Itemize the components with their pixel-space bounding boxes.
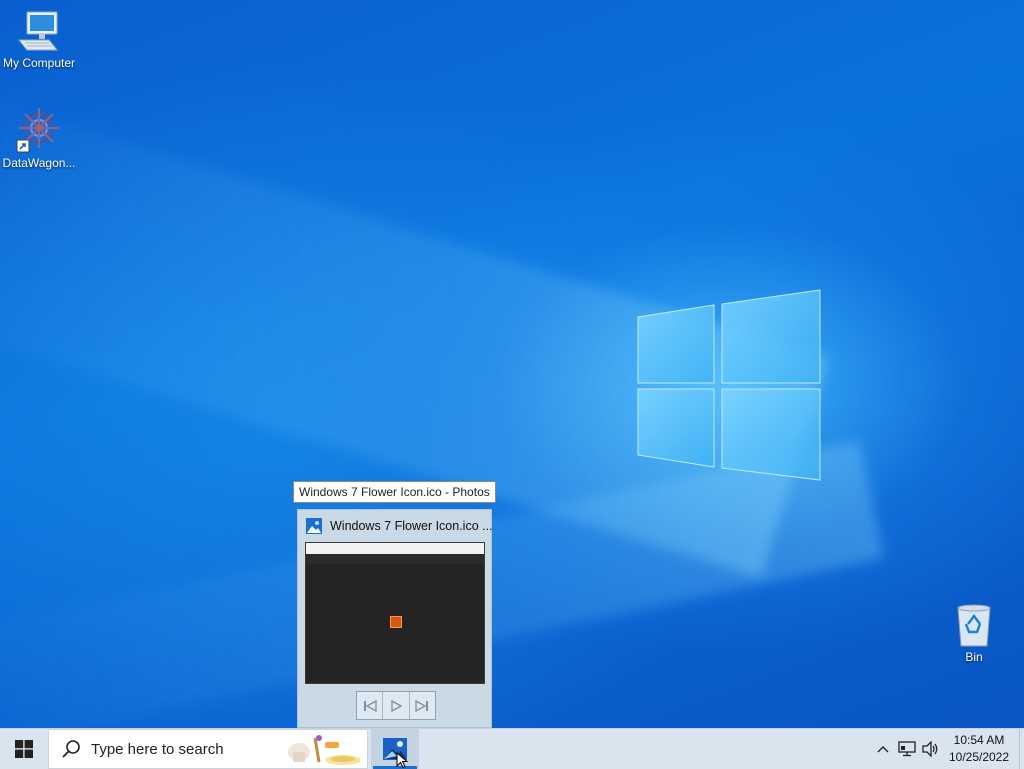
previous-button[interactable]: [357, 692, 384, 719]
taskbar: Type here to search 10:54 AM 10/25/2022: [0, 728, 1024, 769]
system-tray: 10:54 AM 10/25/2022: [871, 729, 1024, 769]
thumbnail-title: Windows 7 Flower Icon.ico ...: [330, 519, 493, 533]
desktop-icon-label: Bin: [965, 650, 983, 664]
desktop-icon-bin[interactable]: Bin: [932, 602, 1016, 664]
show-desktop-button[interactable]: [1019, 729, 1024, 769]
thumbnail-header: Windows 7 Flower Icon.ico ...: [306, 518, 493, 534]
desktop-icon-datawagon[interactable]: DataWagon...: [0, 106, 81, 170]
photos-icon: [306, 518, 322, 534]
computer-icon: [17, 11, 59, 51]
thumbnail-titlebar: [306, 543, 484, 554]
clock-button[interactable]: 10:54 AM 10/25/2022: [943, 732, 1019, 766]
search-highlight-illustration-icon: [288, 735, 361, 765]
chevron-up-icon: [877, 746, 889, 753]
desktop-icon-my-computer[interactable]: My Computer: [0, 10, 81, 70]
network-button[interactable]: [895, 729, 919, 769]
clock-date: 10/25/2022: [948, 750, 1010, 764]
network-icon: [898, 741, 916, 757]
flower-image-icon: [390, 616, 402, 628]
volume-button[interactable]: [919, 729, 943, 769]
previous-icon: [363, 699, 377, 712]
next-icon: [415, 699, 429, 712]
taskbar-search-box[interactable]: Type here to search: [48, 729, 368, 769]
desktop-icon-label: DataWagon...: [2, 156, 76, 170]
thumbnail-window-image[interactable]: [305, 542, 485, 684]
mouse-cursor-icon: [396, 752, 408, 768]
play-icon: [391, 699, 402, 712]
desktop-wallpaper: [0, 0, 1024, 728]
windows-logo-icon: [637, 289, 821, 481]
taskbar-preview-tooltip: Windows 7 Flower Icon.ico - Photos: [293, 481, 496, 503]
recycle-bin-icon: [957, 604, 991, 647]
taskbar-thumbnail-preview[interactable]: Windows 7 Flower Icon.ico ...: [297, 509, 493, 728]
taskbar-photos-button[interactable]: [371, 729, 419, 769]
show-hidden-icons-button[interactable]: [871, 729, 895, 769]
thumbnail-toolbar: [306, 554, 484, 564]
next-button[interactable]: [410, 692, 435, 719]
clock-time: 10:54 AM: [953, 733, 1005, 747]
media-controls: [356, 691, 436, 720]
search-icon: [62, 740, 80, 758]
desktop-icon-label: My Computer: [2, 56, 76, 70]
play-button[interactable]: [383, 692, 410, 719]
search-placeholder: Type here to search: [91, 740, 224, 758]
start-button[interactable]: [0, 729, 48, 769]
windows-start-icon: [15, 740, 33, 758]
volume-icon: [922, 741, 938, 757]
datawagon-app-icon: [16, 108, 59, 153]
